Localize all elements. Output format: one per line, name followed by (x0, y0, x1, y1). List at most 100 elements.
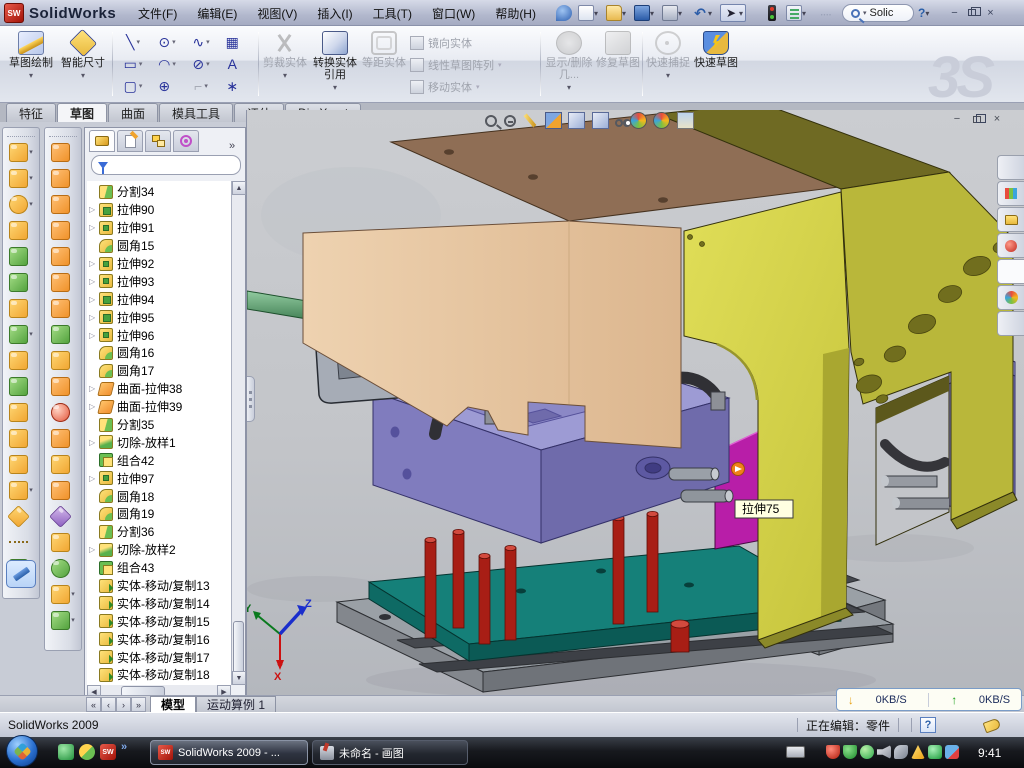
sketch-entity-button[interactable]: A ▾ (218, 53, 252, 75)
pattern-tool-button[interactable]: 镜向实体 ▾ (410, 32, 502, 54)
tree-item[interactable]: ▷ 拉伸92 (87, 255, 231, 273)
search-box[interactable]: ▾ Solic (842, 4, 914, 22)
display-delete-relations-button[interactable]: 显示/删除几...▾ (544, 29, 594, 99)
toolbar-button[interactable]: ▾ (45, 477, 81, 503)
view-tool-button[interactable]: ▾ (485, 115, 497, 127)
tray-icon[interactable] (911, 745, 925, 759)
tree-item[interactable]: ▷ 组合42 (87, 451, 231, 469)
toolbar-button[interactable]: ▾ (45, 555, 81, 581)
task-pane-tab[interactable] (997, 155, 1024, 180)
overflow-tools[interactable]: ᠁ (818, 4, 831, 22)
expand-arrow-icon[interactable]: ▷ (89, 313, 99, 322)
menu-item[interactable]: 窗口(W) (432, 5, 475, 22)
help-button[interactable]: ?▾ (918, 4, 929, 22)
tree-item[interactable]: ▷ 组合43 (87, 559, 231, 577)
toolbar-button[interactable]: ▾ (45, 347, 81, 373)
menu-item[interactable]: 插入(I) (317, 5, 352, 22)
scroll-down-button[interactable]: ▼ (232, 671, 246, 685)
toolbar-button[interactable]: ▾ (3, 373, 39, 399)
command-tab[interactable]: 特征 (6, 103, 56, 122)
sketch-entity-button[interactable]: ∗ ▾ (218, 75, 252, 97)
toolbar-button[interactable]: ▾ (45, 269, 81, 295)
tray-icon[interactable] (877, 745, 891, 759)
menu-item[interactable]: 文件(F) (138, 5, 177, 22)
start-button[interactable] (6, 735, 38, 767)
view-tool-button[interactable]: ▾ (545, 112, 562, 129)
tree-item[interactable]: ▷ 实体-移动/复制14 (87, 594, 231, 612)
expand-arrow-icon[interactable]: ▷ (89, 545, 99, 554)
toolbar-button[interactable]: ▾ (3, 191, 39, 217)
open-button[interactable]: ▾ (606, 4, 626, 22)
toolbar-button[interactable]: ▾ (3, 425, 39, 451)
command-tab[interactable]: 草图 (57, 103, 107, 122)
view-tool-button[interactable]: ▾ (522, 112, 538, 129)
quicklaunch-solidworks-icon[interactable]: SW (100, 744, 116, 760)
panel-overflow-chevron[interactable]: » (229, 140, 235, 152)
doc-minimize-button[interactable]: − (947, 112, 967, 126)
toolbar-button[interactable]: ▾ (3, 243, 39, 269)
toolbar-button[interactable]: ▾ (3, 269, 39, 295)
toolbar-button[interactable]: ▾ (3, 399, 39, 425)
expand-arrow-icon[interactable]: ▷ (89, 223, 99, 232)
tree-item[interactable]: ▷ 圆角16 (87, 344, 231, 362)
taskbar-button-solidworks[interactable]: SW SolidWorks 2009 - ... (150, 740, 308, 765)
toolbar-button[interactable]: ▾ (45, 321, 81, 347)
toolbar-button[interactable]: ▾ (3, 295, 39, 321)
toolbar-button[interactable]: ▾ (3, 321, 39, 347)
save-button[interactable]: ▾ (634, 4, 654, 22)
quicklaunch-app-icon[interactable] (79, 744, 95, 760)
prev-tab-button[interactable]: ‹ (101, 697, 116, 712)
task-pane-tab[interactable] (997, 181, 1024, 206)
network-speed-widget[interactable]: ↓ 0KB/S ↑ 0KB/S (836, 688, 1022, 711)
expand-arrow-icon[interactable]: ▷ (89, 474, 99, 483)
view-tool-button[interactable]: ▾ (653, 112, 670, 129)
quicklaunch-overflow-chevron[interactable]: » (121, 741, 127, 753)
taskbar-button-paint[interactable]: 未命名 - 画图 (312, 740, 468, 765)
convert-entities-button[interactable]: 转换实体引用▾ (310, 29, 360, 99)
tree-item[interactable]: ▷ 分割34 (87, 183, 231, 201)
trim-entities-button[interactable]: 剪裁实体▾ (262, 29, 308, 99)
sketch-entity-button[interactable]: ▦ ▾ (218, 31, 252, 53)
tree-item[interactable]: ▷ 分割36 (87, 523, 231, 541)
undo-button[interactable]: ↶▾ (692, 4, 712, 22)
task-pane-tab[interactable] (997, 233, 1024, 258)
view-tool-button[interactable]: ▾ (568, 112, 585, 129)
tree-filter-input[interactable] (91, 155, 241, 175)
pin-button[interactable] (556, 4, 572, 22)
toolbar-button[interactable]: ▾ (45, 191, 81, 217)
expand-arrow-icon[interactable]: ▷ (89, 331, 99, 340)
scroll-up-button[interactable]: ▲ (232, 181, 246, 195)
toolbar-button[interactable]: ▾ (45, 243, 81, 269)
menu-item[interactable]: 视图(V) (257, 5, 297, 22)
tag-icon[interactable] (983, 717, 1002, 733)
toolbar-button[interactable]: ▾ (45, 529, 81, 555)
toolbar-button[interactable]: ▾ (45, 581, 81, 607)
toolbar-button[interactable]: ▾ (45, 373, 81, 399)
tray-icon[interactable] (928, 745, 942, 759)
tree-item[interactable]: ▷ 拉伸97 (87, 469, 231, 487)
toolbar-button[interactable]: ▾ (45, 295, 81, 321)
tree-item[interactable]: ▷ 曲面-拉伸39 (87, 398, 231, 416)
toolbar-button[interactable]: ▾ (3, 347, 39, 373)
view-tool-button[interactable]: ▾ (677, 112, 694, 129)
smart-dimension-button[interactable]: 智能尺寸▾ (58, 29, 108, 99)
select-button[interactable]: ➤▾ (720, 4, 746, 22)
sketch-entity-button[interactable]: ◠ ▾ (150, 53, 184, 75)
expand-arrow-icon[interactable]: ▷ (89, 205, 99, 214)
tree-item[interactable]: ▷ 拉伸96 (87, 326, 231, 344)
sketch-button[interactable]: 草图绘制▾ (6, 29, 56, 99)
tree-item[interactable]: ▷ 切除-放样1 (87, 433, 231, 451)
view-tool-button[interactable]: ▾ (504, 115, 516, 127)
tree-item[interactable]: ▷ 圆角15 (87, 237, 231, 255)
next-tab-button[interactable]: › (116, 697, 131, 712)
new-document-button[interactable]: ▾ (578, 4, 598, 22)
task-pane-tab[interactable] (997, 311, 1024, 336)
last-tab-button[interactable]: » (131, 697, 146, 712)
view-tool-button[interactable]: ▾ (615, 115, 623, 127)
command-tab[interactable]: 曲面 (108, 103, 158, 122)
command-tab[interactable]: 模具工具 (159, 103, 233, 122)
keyboard-layout-icon[interactable] (786, 746, 805, 758)
print-button[interactable]: ▾ (662, 4, 682, 22)
quick-snaps-button[interactable]: 快速捕捉▾ (646, 29, 690, 99)
task-pane-tab[interactable] (997, 285, 1024, 310)
